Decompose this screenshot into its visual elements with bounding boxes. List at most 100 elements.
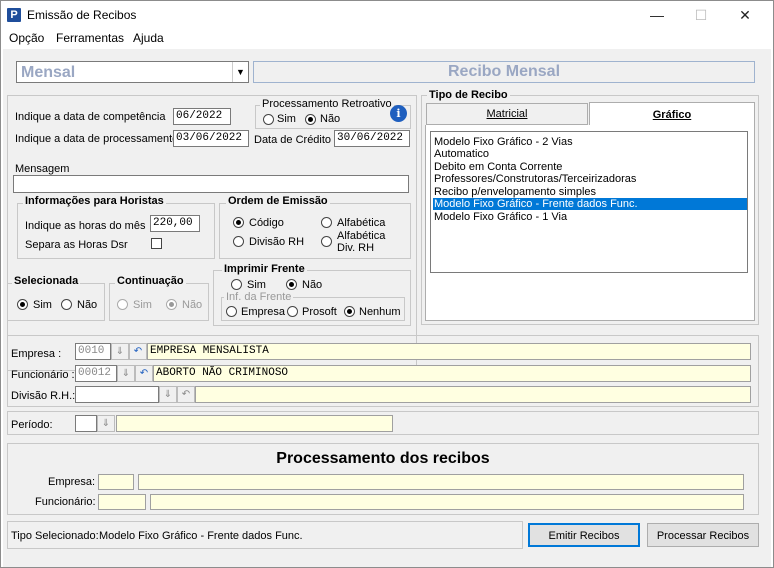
client-area: Mensal ▼ Recibo Mensal Indique a data de… <box>3 49 771 567</box>
continuacao-title: Continuação <box>115 275 186 287</box>
inf-nenhum-radio[interactable] <box>344 306 355 317</box>
selecionada-sim-label: Sim <box>33 299 52 311</box>
menu-ferramentas[interactable]: Ferramentas <box>56 31 124 45</box>
inf-prosoft-label: Prosoft <box>302 306 337 318</box>
empresa-lookup-icon[interactable]: ⇓ <box>111 343 129 360</box>
list-item[interactable]: Modelo Fixo Gráfico - 2 Vias <box>433 136 573 148</box>
proc-empresa-code <box>98 474 134 490</box>
proc-empresa-name <box>138 474 744 490</box>
inf-empresa-radio[interactable] <box>226 306 237 317</box>
funcionario-undo-icon[interactable]: ↶ <box>135 365 153 382</box>
funcionario-code-input[interactable]: 00012 <box>75 365 117 382</box>
tipo-selecionado-value: Modelo Fixo Gráfico - Frente dados Func. <box>99 530 303 542</box>
list-item[interactable]: Professores/Construtoras/Terceirizadoras <box>433 173 636 185</box>
processamento-input[interactable]: 03/06/2022 <box>173 130 249 147</box>
periodo-lookup-icon[interactable]: ⇓ <box>97 415 115 432</box>
divisao-lookup-icon[interactable]: ⇓ <box>159 386 177 403</box>
selecionada-sim-radio[interactable] <box>17 299 28 310</box>
mensagem-input[interactable] <box>13 175 409 193</box>
ordem-title: Ordem de Emissão <box>226 195 330 207</box>
empresa-undo-icon[interactable]: ↶ <box>129 343 147 360</box>
ordem-alfabetica-radio[interactable] <box>321 217 332 228</box>
ordem-codigo-radio[interactable] <box>233 217 244 228</box>
retroativo-title: Processamento Retroativo <box>260 98 394 110</box>
list-item-selected[interactable]: Modelo Fixo Gráfico - Frente dados Func. <box>433 198 747 210</box>
list-item[interactable]: Modelo Fixo Gráfico - 1 Via <box>433 211 567 223</box>
receipt-type-combo-value: Mensal <box>21 64 76 81</box>
inf-nenhum-label: Nenhum <box>359 306 401 318</box>
empresa-name-field: EMPRESA MENSALISTA <box>147 343 751 360</box>
retroativo-nao-label: Não <box>320 113 341 125</box>
inf-prosoft-radio[interactable] <box>287 306 298 317</box>
selecionada-nao-radio[interactable] <box>61 299 72 310</box>
horas-input[interactable]: 220,00 <box>150 215 200 232</box>
competencia-label: Indique a data de competência <box>15 111 166 123</box>
tipo-recibo-title: Tipo de Recibo <box>427 89 510 101</box>
imprimir-sim-label: Sim <box>247 279 266 291</box>
tab-matricial[interactable]: Matricial <box>426 103 588 125</box>
divisao-undo-icon[interactable]: ↶ <box>177 386 195 403</box>
list-item[interactable]: Debito em Conta Corrente <box>433 161 562 173</box>
divisao-name-field <box>195 386 751 403</box>
ordem-alfabetica-label: Alfabética <box>337 217 386 229</box>
processar-recibos-button[interactable]: Processar Recibos <box>647 523 759 547</box>
continuacao-sim-label: Sim <box>133 299 152 311</box>
list-item[interactable]: Recibo p/envelopamento simples <box>433 186 596 198</box>
proc-empresa-label: Empresa: <box>48 476 96 488</box>
minimize-button[interactable]: — <box>634 1 680 29</box>
continuacao-nao-label: Não <box>182 299 203 311</box>
imprimir-nao-label: Não <box>302 279 323 291</box>
proc-funcionario-label: Funcionário: <box>35 496 96 508</box>
periodo-code-input[interactable] <box>75 415 97 432</box>
empresa-code-input[interactable]: 0010 <box>75 343 111 360</box>
retroativo-nao-radio[interactable] <box>305 114 316 125</box>
horas-label: Indique as horas do mês <box>25 220 146 232</box>
imprimir-nao-radio[interactable] <box>286 279 297 290</box>
ordem-divisao-radio[interactable] <box>233 236 244 247</box>
menu-opcao[interactable]: Opção <box>9 31 44 45</box>
continuacao-sim-radio[interactable] <box>117 299 128 310</box>
menu-ajuda[interactable]: Ajuda <box>133 31 164 45</box>
horistas-title: Informações para Horistas <box>23 195 166 207</box>
ordem-divisao-label: Divisão RH <box>249 236 305 248</box>
tipo-selecionado-label: Tipo Selecionado: <box>11 530 99 542</box>
list-item[interactable]: Automatico <box>433 148 489 160</box>
proc-funcionario-code <box>98 494 146 510</box>
info-icon[interactable]: i <box>390 105 407 122</box>
ordem-alfa-div-label: Alfabética Div. RH <box>337 230 386 254</box>
continuacao-nao-radio[interactable] <box>166 299 177 310</box>
divisao-code-input[interactable] <box>75 386 159 403</box>
imprimir-title: Imprimir Frente <box>222 263 307 275</box>
maximize-button[interactable]: ☐ <box>678 1 724 29</box>
emitir-recibos-button[interactable]: Emitir Recibos <box>528 523 640 547</box>
funcionario-lookup-icon[interactable]: ⇓ <box>117 365 135 382</box>
selecionada-nao-label: Não <box>77 299 98 311</box>
title-bar: P Emissão de Recibos — ☐ ✕ <box>1 1 773 29</box>
retroativo-sim-radio[interactable] <box>263 114 274 125</box>
ordem-codigo-label: Código <box>249 217 284 229</box>
proc-funcionario-name <box>150 494 744 510</box>
tab-grafico[interactable]: Gráfico <box>589 102 755 126</box>
inf-frente-title: Inf. da Frente <box>224 291 294 303</box>
periodo-label: Período: <box>11 419 53 431</box>
periodo-name-field <box>116 415 393 432</box>
credito-input[interactable]: 30/06/2022 <box>334 130 410 147</box>
selecionada-title: Selecionada <box>12 275 81 287</box>
close-button[interactable]: ✕ <box>722 1 768 29</box>
funcionario-label: Funcionário : <box>11 369 75 381</box>
header-title: Recibo Mensal <box>253 61 755 83</box>
imprimir-sim-radio[interactable] <box>231 279 242 290</box>
ordem-alfa-div-radio[interactable] <box>321 236 332 247</box>
competencia-input[interactable]: 06/2022 <box>173 108 231 125</box>
inf-empresa-label: Empresa <box>241 306 286 318</box>
receipt-type-combo[interactable]: Mensal ▼ <box>16 61 249 83</box>
chevron-down-icon[interactable]: ▼ <box>232 62 248 82</box>
retroativo-sim-label: Sim <box>277 113 296 125</box>
dsr-checkbox[interactable] <box>151 238 162 249</box>
mensagem-label: Mensagem <box>15 163 70 175</box>
divisao-label: Divisão R.H.: <box>11 390 76 402</box>
receipt-model-list[interactable]: Modelo Fixo Gráfico - 2 Vias Automatico … <box>430 131 748 273</box>
funcionario-name-field: ABORTO NÃO CRIMINOSO <box>153 365 751 382</box>
dsr-label: Separa as Horas Dsr <box>25 239 128 251</box>
main-window: P Emissão de Recibos — ☐ ✕ Opção Ferrame… <box>0 0 774 568</box>
